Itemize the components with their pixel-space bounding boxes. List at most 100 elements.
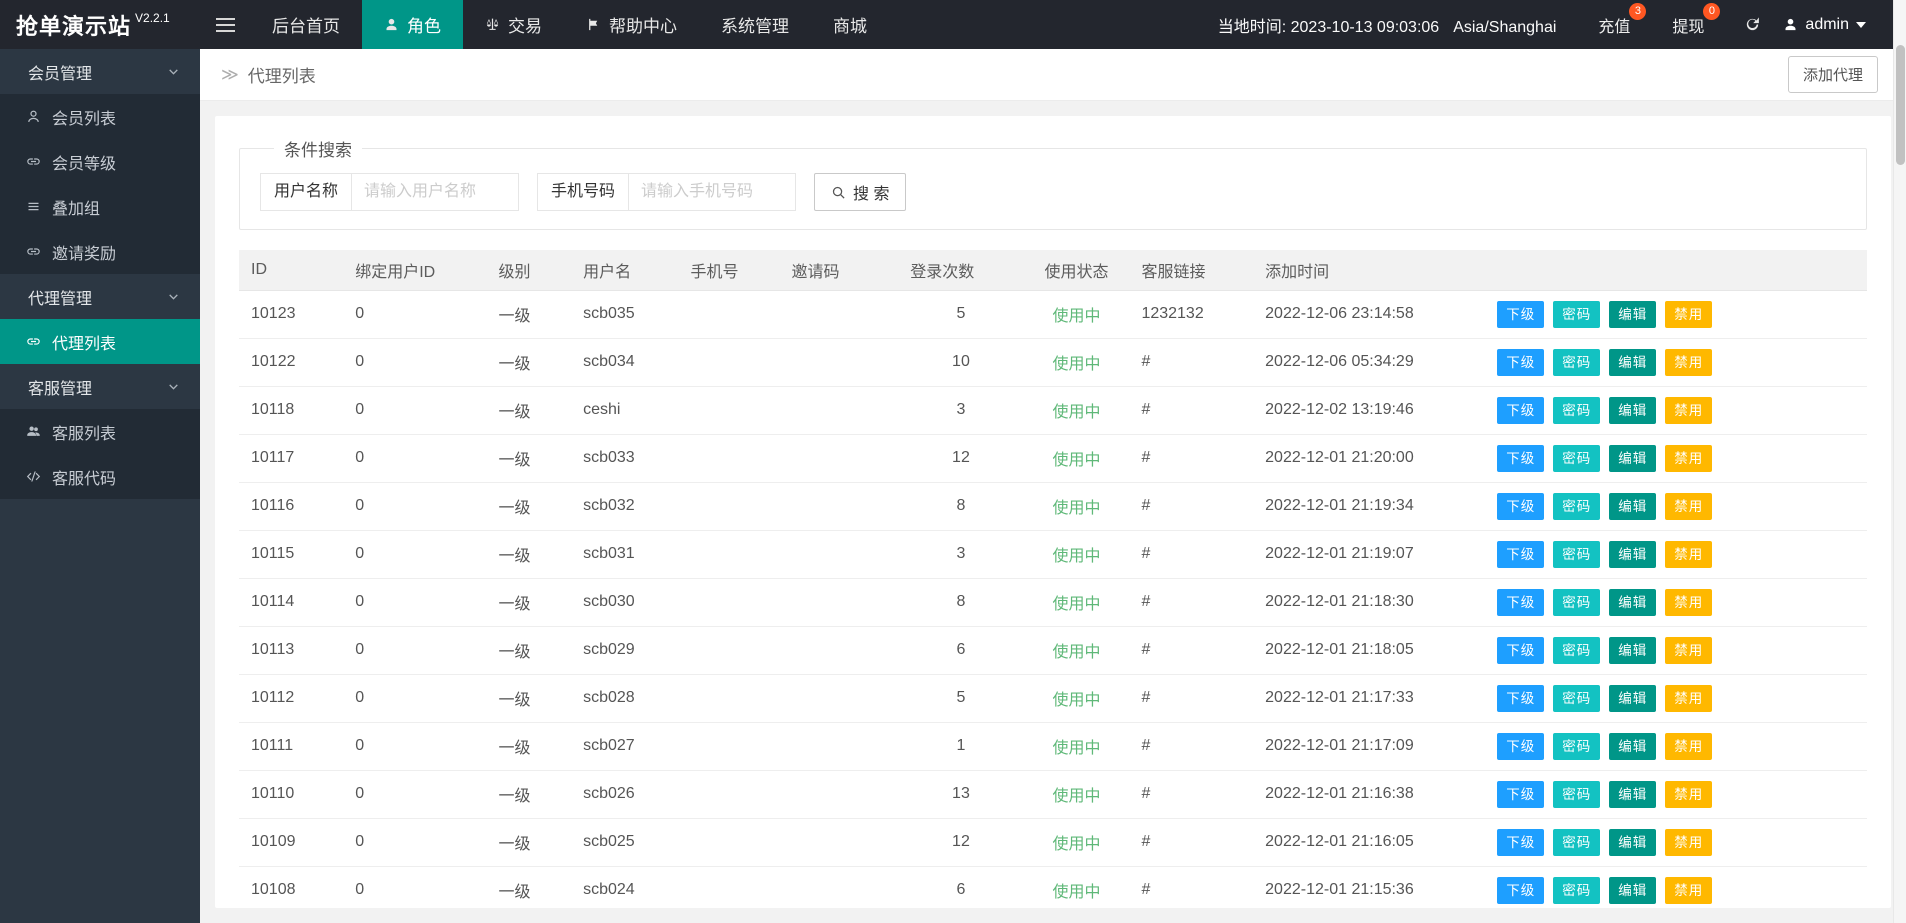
disable-button[interactable]: 禁用 xyxy=(1665,588,1713,616)
disable-button[interactable]: 禁用 xyxy=(1665,300,1713,328)
nav-item-role[interactable]: 角色 xyxy=(362,0,463,49)
sidebar-item-service-list[interactable]: 客服列表 xyxy=(0,409,200,454)
cell-id: 10114 xyxy=(239,578,344,627)
cell-created-at: 2022-12-01 21:19:07 xyxy=(1253,530,1490,579)
username-input[interactable] xyxy=(351,173,520,211)
add-agent-button[interactable]: 添加代理 xyxy=(1787,56,1878,93)
subordinate-button[interactable]: 下级 xyxy=(1497,780,1545,808)
col-service-link: 客服链接 xyxy=(1129,250,1254,291)
cell-actions: 下级 密码 编辑 禁用 xyxy=(1489,770,1867,819)
disable-button[interactable]: 禁用 xyxy=(1665,876,1713,904)
disable-button[interactable]: 禁用 xyxy=(1665,636,1713,664)
subordinate-button[interactable]: 下级 xyxy=(1497,636,1545,664)
edit-button[interactable]: 编辑 xyxy=(1609,588,1657,616)
disable-button[interactable]: 禁用 xyxy=(1665,684,1713,712)
recharge-link[interactable]: 充值 3 xyxy=(1584,0,1647,49)
cell-level: 一级 xyxy=(486,578,572,627)
menu-toggle-icon[interactable] xyxy=(200,0,250,49)
nav-item-mall[interactable]: 商城 xyxy=(811,0,889,49)
subordinate-button[interactable]: 下级 xyxy=(1497,396,1545,424)
password-button[interactable]: 密码 xyxy=(1553,540,1601,568)
password-button[interactable]: 密码 xyxy=(1553,828,1601,856)
edit-button[interactable]: 编辑 xyxy=(1609,492,1657,520)
sidebar-section-member[interactable]: 会员管理 xyxy=(0,49,200,94)
disable-button[interactable]: 禁用 xyxy=(1665,492,1713,520)
password-button[interactable]: 密码 xyxy=(1553,684,1601,712)
sidebar-section-service-items: 客服列表 客服代码 xyxy=(0,409,200,499)
edit-button[interactable]: 编辑 xyxy=(1609,780,1657,808)
cell-service-link: # xyxy=(1129,818,1254,867)
content-card: 条件搜索 用户名称 手机号码 搜 索 xyxy=(215,116,1891,908)
disable-button[interactable]: 禁用 xyxy=(1665,780,1713,808)
disable-button[interactable]: 禁用 xyxy=(1665,348,1713,376)
disable-button[interactable]: 禁用 xyxy=(1665,732,1713,760)
sidebar-item-member-list[interactable]: 会员列表 xyxy=(0,94,200,139)
disable-button[interactable]: 禁用 xyxy=(1665,540,1713,568)
subordinate-button[interactable]: 下级 xyxy=(1497,444,1545,472)
sidebar-item-member-level[interactable]: 会员等级 xyxy=(0,139,200,184)
phone-input[interactable] xyxy=(628,173,797,211)
edit-button[interactable]: 编辑 xyxy=(1609,444,1657,472)
nav-item-home[interactable]: 后台首页 xyxy=(250,0,362,49)
edit-button[interactable]: 编辑 xyxy=(1609,348,1657,376)
scrollbar-thumb[interactable] xyxy=(1896,45,1905,165)
password-button[interactable]: 密码 xyxy=(1553,588,1601,616)
subordinate-button[interactable]: 下级 xyxy=(1497,828,1545,856)
disable-button[interactable]: 禁用 xyxy=(1665,444,1713,472)
cell-level: 一级 xyxy=(486,386,572,435)
nav-item-help[interactable]: 帮助中心 xyxy=(564,0,699,49)
edit-button[interactable]: 编辑 xyxy=(1609,300,1657,328)
password-button[interactable]: 密码 xyxy=(1553,732,1601,760)
disable-button[interactable]: 禁用 xyxy=(1665,828,1713,856)
subordinate-button[interactable]: 下级 xyxy=(1497,876,1545,904)
nav-item-system[interactable]: 系统管理 xyxy=(699,0,811,49)
disable-button[interactable]: 禁用 xyxy=(1665,396,1713,424)
menu-item-label: 代理列表 xyxy=(52,335,117,353)
sidebar-item-service-code[interactable]: 客服代码 xyxy=(0,454,200,499)
sidebar-section-agent[interactable]: 代理管理 xyxy=(0,274,200,319)
cell-id: 10108 xyxy=(239,866,344,908)
subordinate-button[interactable]: 下级 xyxy=(1497,348,1545,376)
subordinate-button[interactable]: 下级 xyxy=(1497,732,1545,760)
edit-button[interactable]: 编辑 xyxy=(1609,636,1657,664)
password-button[interactable]: 密码 xyxy=(1553,444,1601,472)
section-label: 客服管理 xyxy=(28,380,93,398)
password-button[interactable]: 密码 xyxy=(1553,636,1601,664)
password-button[interactable]: 密码 xyxy=(1553,492,1601,520)
cell-login-count: 10 xyxy=(898,338,1024,387)
subordinate-button[interactable]: 下级 xyxy=(1497,684,1545,712)
password-button[interactable]: 密码 xyxy=(1553,876,1601,904)
password-button[interactable]: 密码 xyxy=(1553,300,1601,328)
edit-button[interactable]: 编辑 xyxy=(1609,732,1657,760)
subordinate-button[interactable]: 下级 xyxy=(1497,540,1545,568)
nav-item-trade[interactable]: 交易 xyxy=(463,0,564,49)
subordinate-button[interactable]: 下级 xyxy=(1497,492,1545,520)
search-button[interactable]: 搜 索 xyxy=(814,173,907,211)
username-label: 用户名称 xyxy=(260,173,353,211)
edit-button[interactable]: 编辑 xyxy=(1609,828,1657,856)
table-row: 10114 0 一级 scb030 8 使用中 # 2022-12-01 21:… xyxy=(239,578,1867,627)
withdraw-link[interactable]: 提现 0 xyxy=(1658,0,1721,49)
password-button[interactable]: 密码 xyxy=(1553,396,1601,424)
table-row: 10109 0 一级 scb025 12 使用中 # 2022-12-01 21… xyxy=(239,818,1867,867)
sidebar-item-invite-reward[interactable]: 邀请奖励 xyxy=(0,229,200,274)
sidebar-item-agent-list[interactable]: 代理列表 xyxy=(0,319,200,364)
page-scrollbar[interactable] xyxy=(1893,0,1906,923)
cell-actions: 下级 密码 编辑 禁用 xyxy=(1489,386,1867,435)
edit-button[interactable]: 编辑 xyxy=(1609,396,1657,424)
password-button[interactable]: 密码 xyxy=(1553,780,1601,808)
edit-button[interactable]: 编辑 xyxy=(1609,876,1657,904)
user-icon xyxy=(26,109,41,124)
subordinate-button[interactable]: 下级 xyxy=(1497,588,1545,616)
sidebar-item-stack-group[interactable]: 叠加组 xyxy=(0,184,200,229)
cell-bind-user-id: 0 xyxy=(343,674,487,723)
cell-username: scb025 xyxy=(571,818,679,867)
cell-id: 10112 xyxy=(239,674,344,723)
edit-button[interactable]: 编辑 xyxy=(1609,540,1657,568)
refresh-icon[interactable] xyxy=(1732,0,1773,49)
subordinate-button[interactable]: 下级 xyxy=(1497,300,1545,328)
sidebar-section-service[interactable]: 客服管理 xyxy=(0,364,200,409)
edit-button[interactable]: 编辑 xyxy=(1609,684,1657,712)
password-button[interactable]: 密码 xyxy=(1553,348,1601,376)
user-menu[interactable]: admin xyxy=(1773,0,1876,49)
